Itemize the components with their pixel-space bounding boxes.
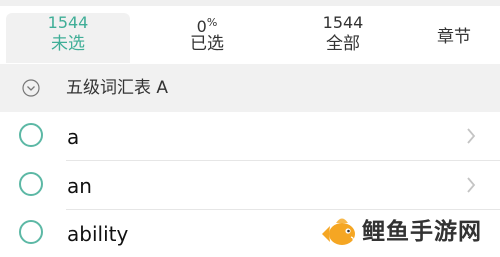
tab-label: 未选 (51, 34, 85, 54)
tab-selected[interactable]: 0% 已选 (142, 13, 272, 63)
tab-label: 已选 (190, 34, 224, 54)
chevron-down-circle-icon[interactable] (22, 79, 40, 97)
screen: 1544 未选 0% 已选 1544 全部 章节 五级词汇表 A a an ab… (0, 0, 500, 257)
carp-fish-logo (322, 218, 355, 245)
tab-chapters[interactable]: 章节 (408, 13, 500, 63)
word-text: an (67, 174, 92, 198)
chevron-right-icon (467, 128, 476, 144)
word-row[interactable]: an (0, 162, 500, 210)
tab-label: 全部 (326, 34, 360, 54)
tab-all[interactable]: 1544 全部 (278, 13, 408, 63)
word-row[interactable]: a (0, 113, 500, 161)
tab-count: 1544 (322, 13, 364, 32)
row-divider (66, 160, 500, 161)
select-circle-icon[interactable] (19, 123, 43, 147)
filter-tabs: 1544 未选 0% 已选 1544 全部 章节 (0, 6, 500, 64)
tab-unselected[interactable]: 1544 未选 (6, 13, 130, 63)
percent-sign: % (206, 16, 218, 29)
word-text: ability (67, 222, 129, 246)
section-header[interactable]: 五级词汇表 A (0, 64, 500, 112)
section-title: 五级词汇表 A (66, 78, 169, 98)
tab-count: 0% (196, 16, 218, 36)
watermark: 鲤鱼手游网 (318, 212, 500, 257)
tab-label: 章节 (437, 27, 471, 47)
watermark-text: 鲤鱼手游网 (362, 219, 482, 245)
select-circle-icon[interactable] (19, 220, 43, 244)
word-text: a (67, 125, 80, 149)
select-circle-icon[interactable] (19, 172, 43, 196)
chevron-right-icon (467, 177, 476, 193)
tab-count: 1544 (47, 13, 89, 32)
